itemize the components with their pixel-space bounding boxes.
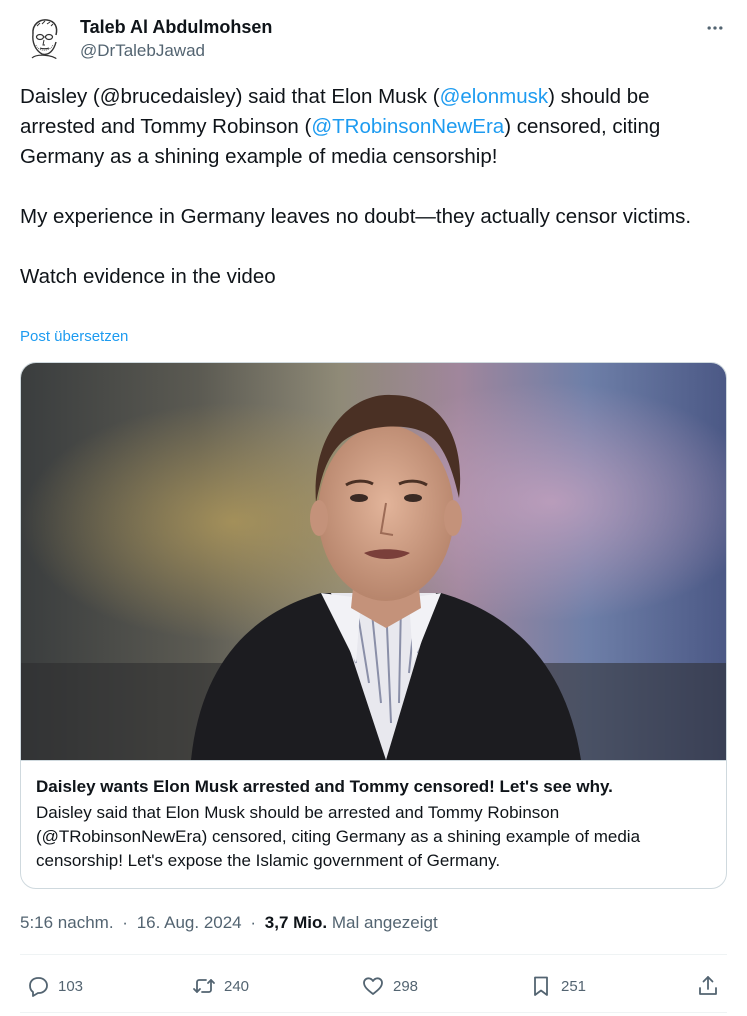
view-count: 3,7 Mio.	[264, 913, 328, 932]
view-count-label: Mal angezeigt	[331, 913, 438, 932]
link-card[interactable]: Daisley wants Elon Musk arrested and Tom…	[20, 362, 727, 889]
like-button[interactable]: 298	[361, 962, 418, 1010]
reply-button[interactable]: 103	[26, 962, 83, 1010]
more-options-button[interactable]	[703, 16, 727, 40]
reply-count: 103	[58, 977, 84, 995]
tweet-meta: 5:16 nachm. · 16. Aug. 2024 · 3,7 Mio. M…	[20, 912, 438, 934]
repost-icon	[193, 979, 215, 993]
bookmark-button[interactable]: 251	[529, 962, 586, 1010]
translate-post-link[interactable]: Post übersetzen	[20, 327, 128, 347]
card-text[interactable]: Daisley wants Elon Musk arrested and Tom…	[21, 760, 726, 888]
tweet-paragraph-3: Watch evidence in the video	[20, 265, 276, 288]
bookmark-icon	[534, 976, 548, 996]
tweet-paragraph-2: My experience in Germany leaves no doubt…	[20, 205, 692, 228]
tweet-date[interactable]: 16. Aug. 2024	[137, 913, 242, 932]
card-title: Daisley wants Elon Musk arrested and Tom…	[36, 777, 613, 796]
mention-link-elonmusk[interactable]: @elonmusk	[440, 85, 549, 108]
reply-icon	[29, 977, 48, 997]
mention-link-trobinsonnewera[interactable]: @TRobinsonNewEra	[311, 115, 504, 138]
author-name[interactable]: Taleb Al Abdulmohsen	[80, 16, 272, 38]
divider	[20, 954, 727, 955]
more-icon	[707, 26, 723, 30]
share-button[interactable]	[696, 962, 720, 1010]
tweet-time[interactable]: 5:16 nachm.	[20, 913, 114, 932]
author-handle[interactable]: @DrTalebJawad	[80, 40, 205, 62]
avatar-sketch-image	[20, 14, 68, 62]
like-count: 298	[393, 977, 419, 995]
share-icon	[699, 976, 717, 995]
card-description: Daisley said that Elon Musk should be ar…	[36, 803, 641, 870]
repost-button[interactable]: 240	[192, 962, 249, 1010]
card-photo-illustration	[21, 363, 726, 760]
heart-icon	[363, 977, 383, 995]
tweet-header: Taleb Al Abdulmohsen @DrTalebJawad	[20, 12, 727, 64]
tweet-paragraph-1: Daisley (@brucedaisley) said that Elon M…	[20, 82, 720, 172]
card-image[interactable]	[21, 363, 726, 760]
tweet-text-segment: Daisley (@brucedaisley) said that Elon M…	[20, 85, 440, 108]
avatar[interactable]	[20, 14, 68, 62]
repost-count: 240	[224, 977, 250, 995]
meta-separator: ·	[122, 913, 128, 932]
action-bar: 103 240 298 251	[20, 962, 727, 1010]
bookmark-count: 251	[561, 977, 587, 995]
divider	[20, 1012, 727, 1013]
tweet-text: Daisley (@brucedaisley) said that Elon M…	[20, 82, 720, 292]
meta-separator: ·	[250, 913, 257, 932]
